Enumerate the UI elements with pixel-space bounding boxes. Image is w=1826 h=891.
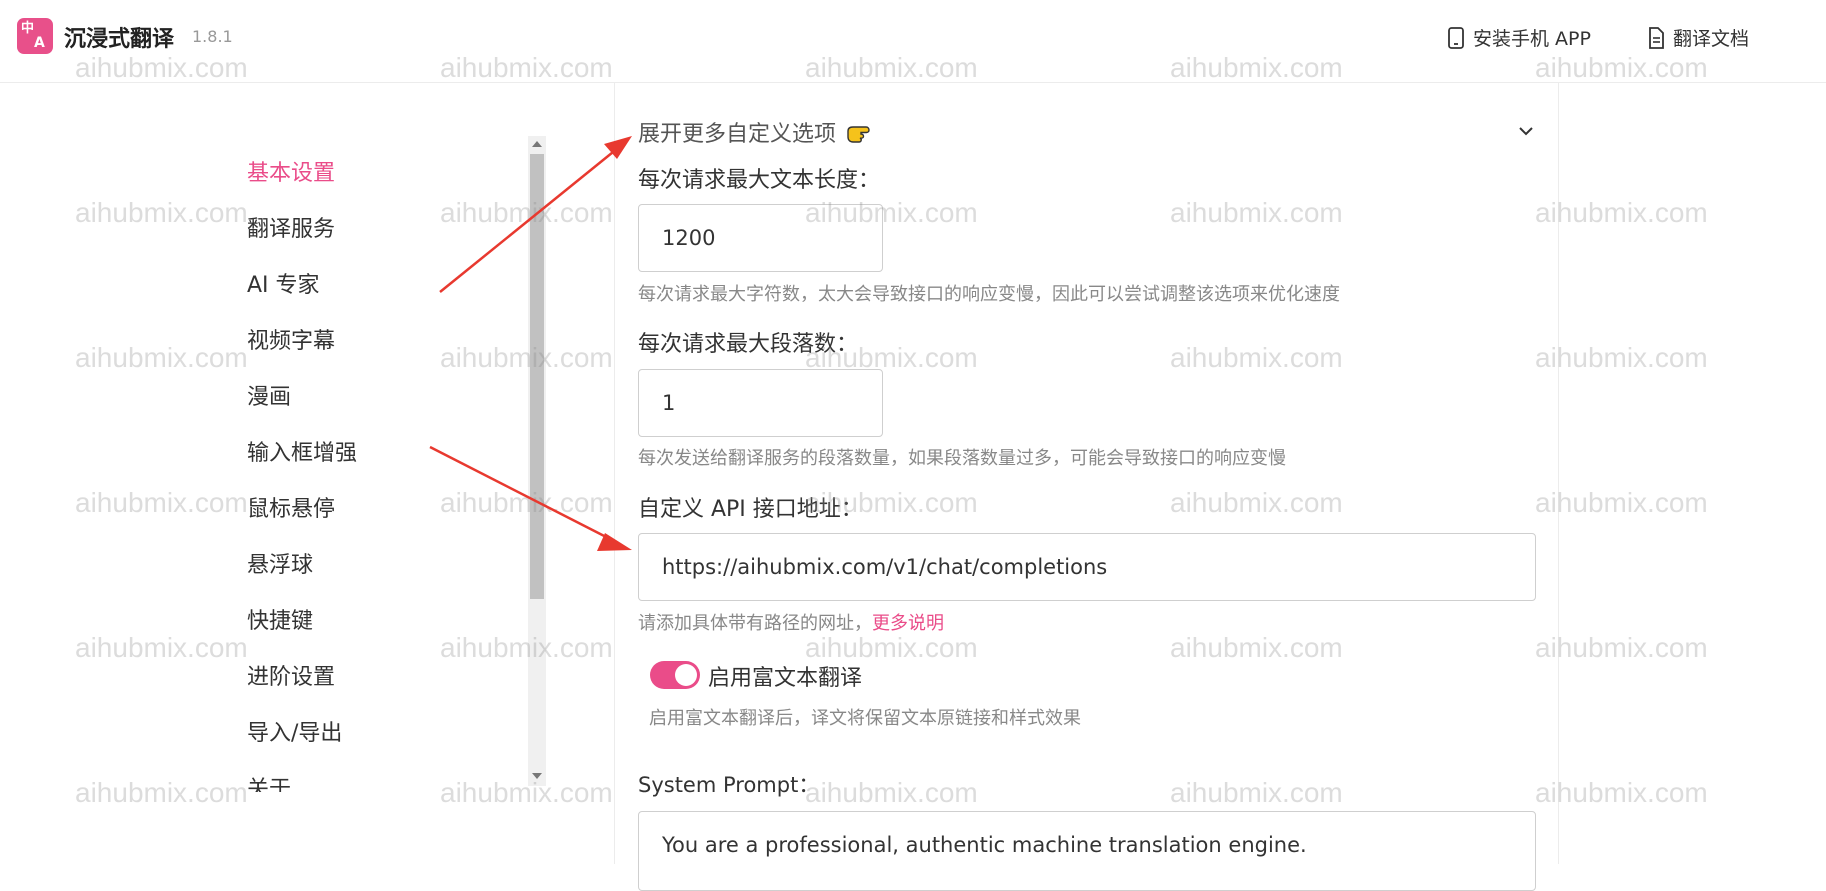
install-app-link[interactable]: 安装手机 APP — [1447, 24, 1591, 51]
watermark: aihubmix.com — [1170, 487, 1343, 518]
app-version: 1.8.1 — [192, 27, 233, 46]
watermark: aihubmix.com — [1170, 632, 1343, 663]
install-app-label: 安装手机 APP — [1473, 28, 1591, 50]
watermark: aihubmix.com — [1170, 777, 1343, 808]
logo-text-top: 中 — [21, 21, 35, 36]
chevron-down-icon[interactable] — [1515, 120, 1537, 142]
rich-text-label: 启用富文本翻译 — [708, 666, 863, 691]
api-url-help: 请添加具体带有路径的网址，更多说明 — [638, 609, 944, 635]
max-paragraphs-label: 每次请求最大段落数： — [638, 332, 859, 357]
system-prompt-label: System Prompt： — [638, 773, 820, 797]
sidebar-item-shortcuts[interactable]: 快捷键 — [247, 608, 313, 636]
expand-options-label: 展开更多自定义选项 — [638, 122, 837, 147]
sidebar-item-video-subtitles[interactable]: 视频字幕 — [247, 328, 335, 356]
expand-options-toggle[interactable]: 展开更多自定义选项 — [638, 116, 874, 148]
rich-text-toggle[interactable] — [650, 661, 700, 689]
scrollbar-thumb[interactable] — [530, 154, 544, 599]
document-icon — [1649, 26, 1664, 49]
logo-text-bottom: A — [34, 35, 45, 51]
watermark: aihubmix.com — [1535, 487, 1708, 518]
app-name: 沉浸式翻译 — [64, 27, 175, 52]
panel-divider-left — [614, 82, 615, 864]
max-paragraphs-input[interactable]: 1 — [638, 369, 883, 437]
scroll-down-arrow-icon[interactable] — [532, 773, 542, 779]
sidebar-item-import-export[interactable]: 导入/导出 — [247, 720, 342, 748]
translate-docs-link[interactable]: 翻译文档 — [1647, 24, 1749, 51]
watermark: aihubmix.com — [75, 777, 248, 808]
watermark: aihubmix.com — [1170, 197, 1343, 228]
sidebar-item-mouse-hover[interactable]: 鼠标悬停 — [247, 496, 335, 524]
watermark: aihubmix.com — [1535, 777, 1708, 808]
system-prompt-textarea[interactable]: You are a professional, authentic machin… — [638, 811, 1536, 891]
watermark: aihubmix.com — [1535, 632, 1708, 663]
more-info-link[interactable]: 更多说明 — [872, 613, 944, 634]
app-logo: 中 A — [17, 18, 53, 54]
watermark: aihubmix.com — [1170, 342, 1343, 373]
sidebar-item-floating-ball[interactable]: 悬浮球 — [247, 552, 313, 580]
rich-text-help: 启用富文本翻译后，译文将保留文本原链接和样式效果 — [649, 708, 1081, 729]
watermark: aihubmix.com — [75, 197, 248, 228]
sidebar-item-advanced[interactable]: 进阶设置 — [247, 664, 335, 692]
pointing-hand-icon — [847, 126, 870, 143]
sidebar-scrollbar[interactable] — [528, 136, 546, 786]
watermark: aihubmix.com — [75, 342, 248, 373]
sidebar-item-ai-expert[interactable]: AI 专家 — [247, 272, 320, 300]
api-url-label: 自定义 API 接口地址： — [638, 497, 863, 522]
api-url-help-text: 请添加具体带有路径的网址， — [638, 613, 872, 634]
max-text-length-label: 每次请求最大文本长度： — [638, 168, 881, 193]
sidebar: 基本设置 翻译服务 AI 专家 视频字幕 漫画 输入框增强 鼠标悬停 悬浮球 快… — [240, 150, 510, 792]
watermark: aihubmix.com — [1535, 342, 1708, 373]
translate-docs-label: 翻译文档 — [1673, 28, 1750, 50]
sidebar-item-manga[interactable]: 漫画 — [247, 384, 291, 412]
max-text-length-help: 每次请求最大字符数，太大会导致接口的响应变慢，因此可以尝试调整该选项来优化速度 — [638, 284, 1340, 305]
sidebar-item-input-enhance[interactable]: 输入框增强 — [247, 440, 357, 468]
sidebar-item-about[interactable]: 关于 — [247, 776, 291, 792]
watermark: aihubmix.com — [1535, 197, 1708, 228]
max-paragraphs-help: 每次发送给翻译服务的段落数量，如果段落数量过多，可能会导致接口的响应变慢 — [638, 448, 1286, 469]
scroll-up-arrow-icon[interactable] — [532, 141, 542, 147]
sidebar-item-basic[interactable]: 基本设置 — [247, 160, 335, 188]
panel-divider-right — [1558, 82, 1559, 864]
watermark: aihubmix.com — [805, 777, 978, 808]
api-url-input[interactable]: https://aihubmix.com/v1/chat/completions — [638, 533, 1536, 601]
watermark: aihubmix.com — [75, 487, 248, 518]
app-header: 中 A 沉浸式翻译 1.8.1 安装手机 APP 翻译文档 — [0, 0, 1826, 83]
sidebar-item-translation-service[interactable]: 翻译服务 — [247, 216, 335, 244]
max-text-length-input[interactable]: 1200 — [638, 204, 883, 272]
toggle-knob — [675, 664, 697, 686]
watermark: aihubmix.com — [75, 632, 248, 663]
phone-icon — [1448, 26, 1464, 49]
